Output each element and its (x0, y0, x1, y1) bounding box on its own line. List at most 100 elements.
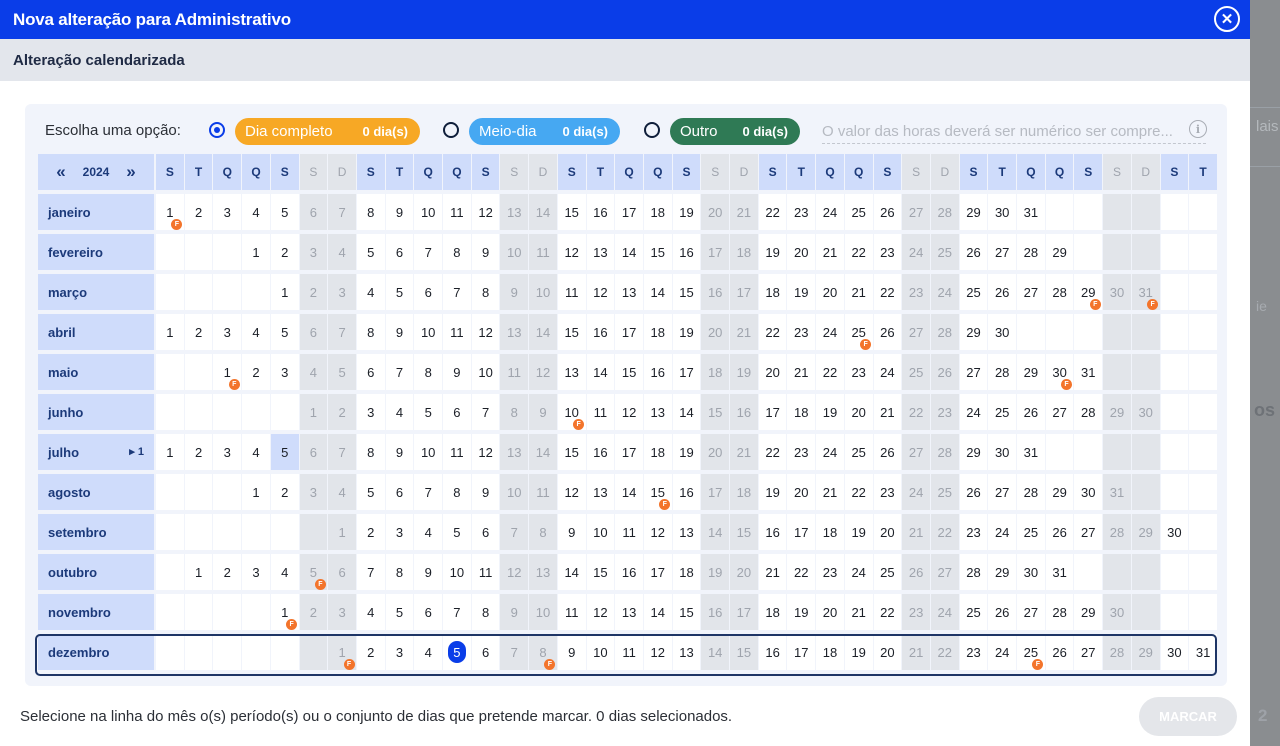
day-cell[interactable]: 10 F (557, 394, 586, 430)
day-cell[interactable]: 16 (672, 474, 701, 510)
day-cell[interactable]: 17 (730, 274, 758, 310)
day-cell[interactable]: 7 (385, 354, 414, 390)
day-cell[interactable]: 29 (1045, 474, 1074, 510)
day-cell[interactable]: 27 (988, 234, 1017, 270)
day-cell[interactable]: 14 (643, 274, 672, 310)
day-cell[interactable]: 13 (586, 234, 615, 270)
day-cell[interactable]: 23 (787, 434, 816, 470)
day-cell[interactable]: 17 (730, 594, 758, 630)
day-cell[interactable]: 30 (1017, 554, 1045, 590)
day-cell[interactable]: 10 (443, 554, 471, 590)
day-cell[interactable]: 4 (414, 634, 443, 670)
day-cell[interactable]: 24 (988, 514, 1017, 550)
day-cell[interactable]: 5 (443, 634, 471, 670)
day-cell[interactable]: 11 (529, 474, 557, 510)
day-cell[interactable]: 24 (844, 554, 873, 590)
day-cell[interactable]: 1 (242, 234, 270, 270)
day-cell[interactable]: 7 (500, 634, 529, 670)
day-cell[interactable]: 26 (930, 354, 959, 390)
day-cell[interactable]: 14 (672, 394, 701, 430)
day-cell[interactable]: 22 (930, 514, 959, 550)
day-cell[interactable]: 1 (299, 394, 328, 430)
month-row-janeiro[interactable]: janeiro (38, 194, 154, 230)
day-cell[interactable]: 16 (586, 434, 615, 470)
day-cell[interactable]: 11 (615, 634, 643, 670)
day-cell[interactable]: 4 (328, 474, 356, 510)
day-cell[interactable]: 17 (615, 314, 643, 350)
day-cell[interactable]: 19 (672, 314, 701, 350)
day-cell[interactable]: 4 (242, 194, 270, 230)
day-cell[interactable]: 18 (787, 394, 816, 430)
day-cell[interactable]: 26 (1045, 514, 1074, 550)
day-cell[interactable]: 18 (672, 554, 701, 590)
day-cell[interactable]: 3 (299, 474, 328, 510)
day-cell[interactable]: 5 (270, 434, 299, 470)
day-cell[interactable]: 1 (156, 314, 184, 350)
day-cell[interactable]: 30 (1103, 594, 1131, 630)
day-cell[interactable]: 25 (930, 234, 959, 270)
day-cell[interactable]: 15 (586, 554, 615, 590)
day-cell[interactable]: 5 (270, 314, 299, 350)
previous-year-icon[interactable]: « (50, 154, 72, 190)
day-cell[interactable]: 16 (615, 554, 643, 590)
day-cell[interactable]: 21 (787, 354, 816, 390)
day-cell[interactable]: 2 (356, 634, 385, 670)
day-cell[interactable]: 13 (615, 274, 643, 310)
day-cell[interactable]: 24 (816, 434, 844, 470)
day-cell[interactable]: 16 (586, 194, 615, 230)
day-cell[interactable]: 31 F (1131, 274, 1160, 310)
day-cell[interactable]: 23 (816, 554, 844, 590)
day-cell[interactable]: 29 (1017, 354, 1045, 390)
day-cell[interactable]: 9 (529, 394, 557, 430)
day-cell[interactable]: 17 (701, 234, 730, 270)
day-cell[interactable]: 24 (988, 634, 1017, 670)
day-cell[interactable]: 13 (529, 554, 557, 590)
day-cell[interactable]: 27 (902, 314, 930, 350)
close-button[interactable]: ✕ (1214, 6, 1240, 32)
day-cell[interactable]: 22 (930, 634, 959, 670)
day-cell[interactable]: 23 (902, 274, 930, 310)
day-cell[interactable]: 6 (443, 394, 471, 430)
day-cell[interactable]: 6 (385, 234, 414, 270)
day-cell[interactable]: 21 (730, 314, 758, 350)
day-cell[interactable]: 21 (816, 234, 844, 270)
day-cell[interactable]: 14 (701, 634, 730, 670)
day-cell[interactable]: 31 (1017, 434, 1045, 470)
day-cell[interactable]: 10 (414, 314, 443, 350)
day-cell[interactable]: 4 (242, 314, 270, 350)
day-cell[interactable]: 14 (615, 234, 643, 270)
day-cell[interactable]: 23 (873, 474, 902, 510)
day-cell[interactable]: 20 (701, 314, 730, 350)
day-cell[interactable]: 27 (959, 354, 988, 390)
day-cell[interactable]: 11 (586, 394, 615, 430)
day-cell[interactable]: 13 (500, 434, 529, 470)
day-cell[interactable]: 27 (1017, 594, 1045, 630)
day-cell[interactable]: 19 (787, 594, 816, 630)
day-cell[interactable]: 30 (988, 434, 1017, 470)
day-cell[interactable]: 24 (930, 274, 959, 310)
day-cell[interactable]: 31 (1045, 554, 1074, 590)
day-cell[interactable]: 22 (787, 554, 816, 590)
day-cell[interactable]: 10 (500, 234, 529, 270)
day-cell[interactable]: 22 (758, 314, 787, 350)
day-cell[interactable]: 27 (1017, 274, 1045, 310)
day-cell[interactable]: 19 (844, 634, 873, 670)
day-cell[interactable]: 8 (471, 274, 500, 310)
day-cell[interactable]: 16 (758, 514, 787, 550)
day-cell[interactable]: 20 (758, 354, 787, 390)
day-cell[interactable]: 15 F (643, 474, 672, 510)
day-cell[interactable]: 9 (443, 354, 471, 390)
day-cell[interactable]: 31 (1189, 634, 1217, 670)
day-cell[interactable]: 12 (615, 394, 643, 430)
day-cell[interactable]: 20 (816, 594, 844, 630)
month-row-dezembro[interactable]: dezembro (38, 634, 154, 670)
day-cell[interactable]: 17 (672, 354, 701, 390)
day-cell[interactable]: 13 (615, 594, 643, 630)
day-cell[interactable]: 1F (270, 594, 299, 630)
day-cell[interactable]: 4 (270, 554, 299, 590)
day-cell[interactable]: 2 (242, 354, 270, 390)
day-cell[interactable]: 28 (1045, 274, 1074, 310)
day-cell[interactable]: 14 (529, 194, 557, 230)
day-cell[interactable]: 25 (902, 354, 930, 390)
day-cell[interactable]: 16 (701, 274, 730, 310)
